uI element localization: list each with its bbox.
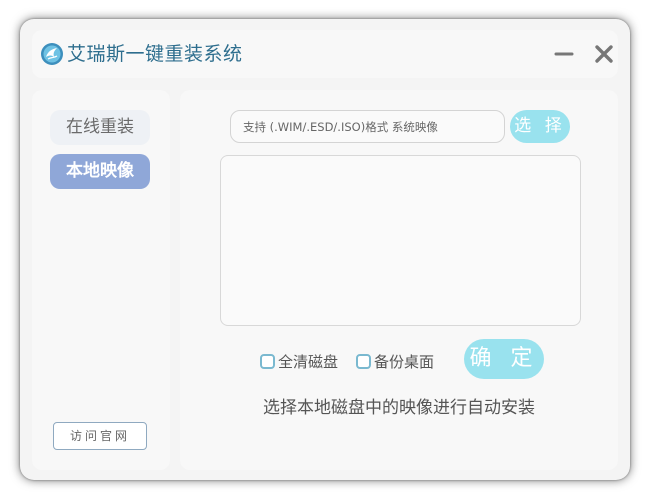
confirm-button[interactable]: 确 定 (464, 339, 544, 379)
minimize-icon[interactable] (552, 42, 576, 66)
clear-disk-checkbox[interactable] (260, 353, 275, 369)
sidebar: 在线重装 本地映像 访问官网 (32, 90, 170, 470)
status-text: 选择本地磁盘中的映像进行自动安装 (263, 398, 535, 418)
visit-website-button[interactable]: 访问官网 (53, 422, 147, 450)
main-panel: 选 择 全清磁盘 备份桌面 确 定 选择本地磁盘中的映像进行自动安装 (180, 90, 618, 470)
sidebar-item-local-image[interactable]: 本地映像 (50, 154, 150, 189)
clear-disk-label: 全清磁盘 (278, 352, 339, 371)
option-backup-desktop[interactable]: 备份桌面 (356, 350, 434, 372)
select-file-button[interactable]: 选 择 (510, 110, 570, 143)
sidebar-item-online-reinstall[interactable]: 在线重装 (50, 110, 150, 145)
image-list-box[interactable] (220, 155, 581, 326)
app-window: 艾瑞斯一键重装系统 在线重装 本地映像 访问官网 选 择 全清磁盘 备份桌面 确… (20, 19, 630, 480)
backup-desktop-checkbox[interactable] (356, 353, 371, 369)
backup-desktop-label: 备份桌面 (374, 352, 435, 371)
title-bar[interactable]: 艾瑞斯一键重装系统 (32, 30, 618, 78)
option-clear-disk[interactable]: 全清磁盘 (260, 350, 338, 372)
image-path-input[interactable] (230, 110, 505, 143)
phoenix-globe-logo-icon (41, 43, 63, 65)
close-icon[interactable] (592, 42, 616, 66)
app-title: 艾瑞斯一键重装系统 (67, 43, 243, 65)
